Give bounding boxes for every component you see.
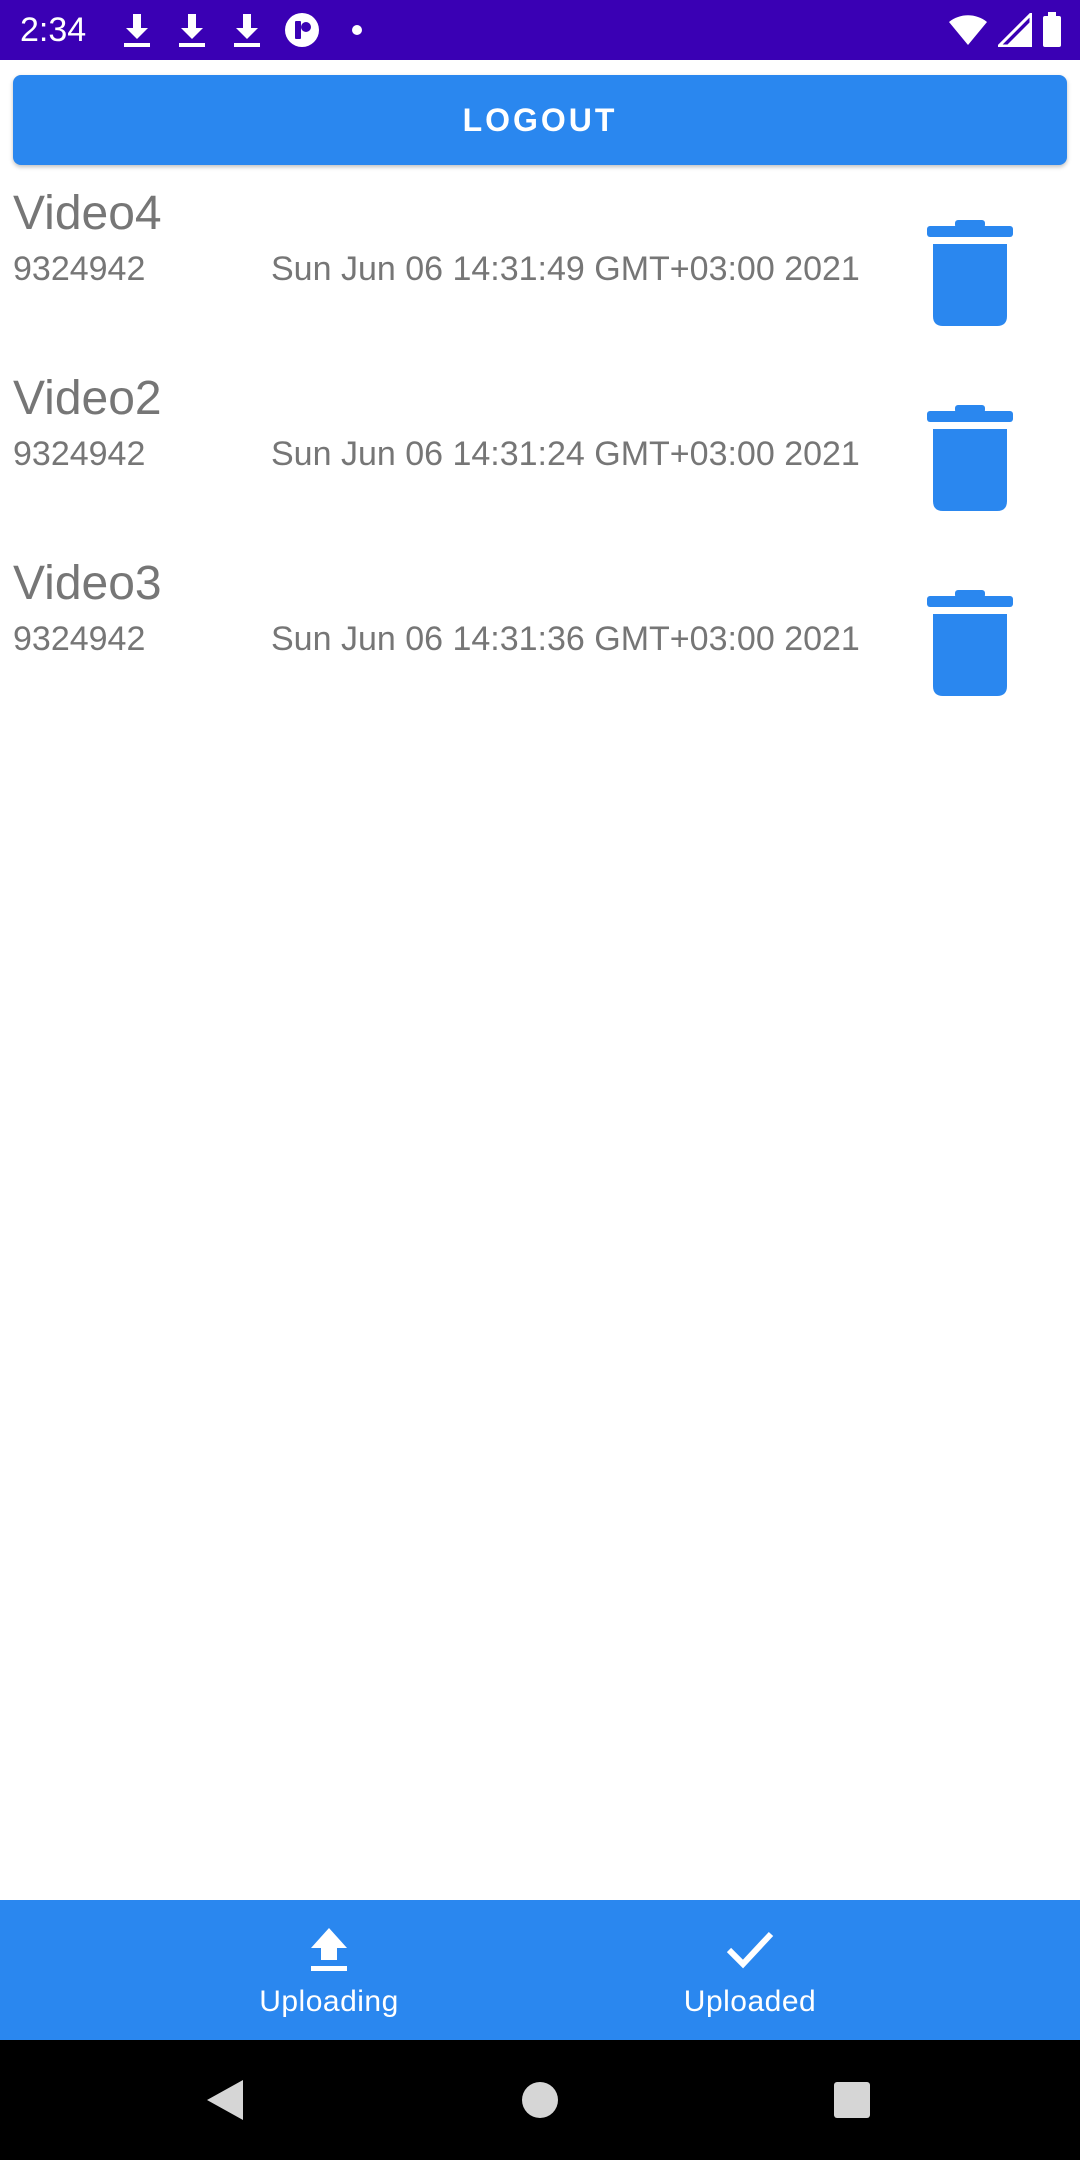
cellular-signal-icon: [998, 10, 1032, 50]
upload-icon: [179, 1926, 479, 1976]
nav-label: Uploaded: [683, 1985, 817, 2018]
video-date: Sun Jun 06 14:31:49 GMT+03:00 2021: [271, 250, 860, 288]
system-navigation-bar: [0, 2040, 1080, 2160]
nav-label: Uploading: [259, 1985, 399, 2018]
check-icon: [600, 1926, 900, 1976]
video-size: 9324942: [13, 620, 146, 658]
delete-button[interactable]: [925, 403, 1015, 513]
trash-icon: [927, 405, 1013, 511]
back-icon: [207, 2080, 243, 2120]
trash-icon: [927, 590, 1013, 696]
list-item[interactable]: Video3 9324942 Sun Jun 06 14:31:36 GMT+0…: [0, 550, 1080, 735]
video-date: Sun Jun 06 14:31:24 GMT+03:00 2021: [271, 435, 860, 473]
video-title: Video4: [13, 187, 162, 240]
list-item[interactable]: Video2 9324942 Sun Jun 06 14:31:24 GMT+0…: [0, 365, 1080, 550]
bottom-navigation: Uploading Uploaded: [0, 1900, 1080, 2040]
nav-item-uploaded[interactable]: Uploaded: [600, 1900, 900, 2040]
delete-button[interactable]: [925, 218, 1015, 328]
list-item[interactable]: Video4 9324942 Sun Jun 06 14:31:49 GMT+0…: [0, 180, 1080, 365]
nav-item-uploading[interactable]: Uploading: [179, 1900, 479, 2040]
notification-icons: [118, 10, 393, 50]
download-icon: [118, 10, 156, 50]
status-time: 2:34: [20, 11, 87, 49]
app-notification-icon: [283, 10, 321, 50]
recents-button[interactable]: [822, 2070, 882, 2130]
trash-icon: [927, 220, 1013, 326]
more-notifications-dot-icon: [338, 10, 376, 50]
wifi-icon: [948, 10, 988, 50]
video-size: 9324942: [13, 435, 146, 473]
recents-icon: [834, 2082, 870, 2118]
status-bar: 2:34: [0, 0, 1080, 60]
video-title: Video3: [13, 557, 162, 610]
download-icon: [173, 10, 211, 50]
logout-button[interactable]: LOGOUT: [13, 75, 1067, 165]
video-date: Sun Jun 06 14:31:36 GMT+03:00 2021: [271, 620, 860, 658]
video-title: Video2: [13, 372, 162, 425]
battery-icon: [1042, 10, 1062, 50]
video-size: 9324942: [13, 250, 146, 288]
system-status-icons: [938, 10, 1062, 50]
delete-button[interactable]: [925, 588, 1015, 698]
back-button[interactable]: [195, 2070, 255, 2130]
home-button[interactable]: [510, 2070, 570, 2130]
video-list: Video4 9324942 Sun Jun 06 14:31:49 GMT+0…: [0, 180, 1080, 735]
home-icon: [522, 2082, 558, 2118]
download-icon: [228, 10, 266, 50]
